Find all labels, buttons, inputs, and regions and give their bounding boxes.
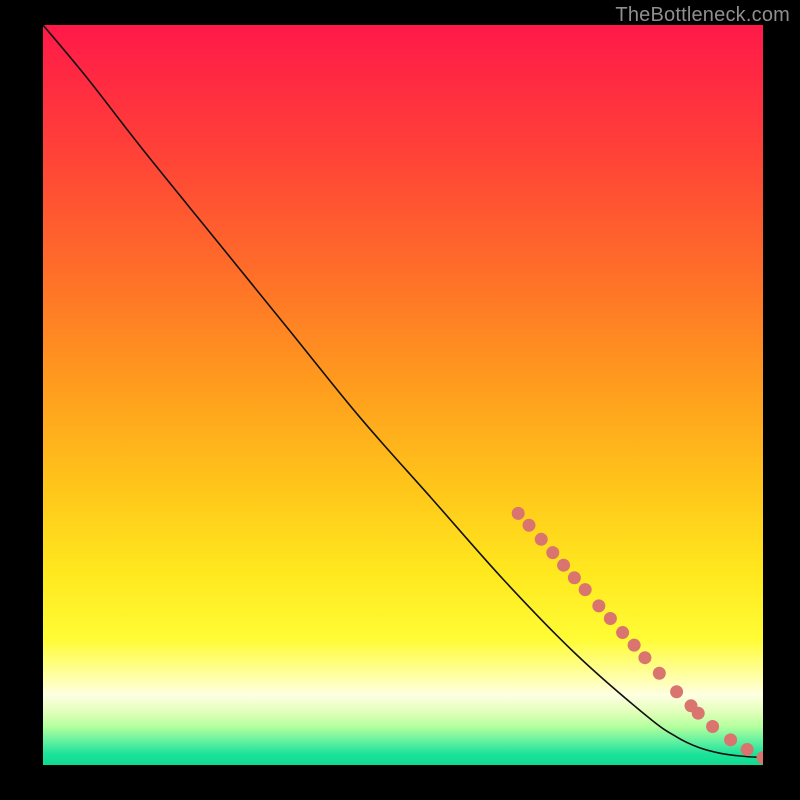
plot-area (43, 25, 763, 765)
bottleneck-marker (706, 720, 719, 733)
bottleneck-marker (557, 559, 570, 572)
bottleneck-marker (724, 733, 737, 746)
bottleneck-marker (616, 626, 629, 639)
bottleneck-marker (512, 507, 525, 520)
bottleneck-markers (512, 507, 763, 764)
bottleneck-marker (670, 685, 683, 698)
bottleneck-marker (604, 612, 617, 625)
bottleneck-marker (568, 571, 581, 584)
bottleneck-marker (535, 533, 548, 546)
chart-frame: TheBottleneck.com (0, 0, 800, 800)
bottleneck-marker (628, 639, 641, 652)
bottleneck-marker (692, 707, 705, 720)
bottleneck-marker (592, 599, 605, 612)
attribution-label: TheBottleneck.com (615, 4, 790, 27)
bottleneck-marker (741, 743, 754, 756)
bottleneck-marker (546, 546, 559, 559)
bottleneck-marker (638, 651, 651, 664)
bottleneck-marker (757, 751, 764, 764)
bottleneck-curve (43, 25, 763, 758)
bottleneck-marker (653, 667, 666, 680)
curve-layer (43, 25, 763, 765)
bottleneck-marker (579, 583, 592, 596)
bottleneck-marker (523, 519, 536, 532)
